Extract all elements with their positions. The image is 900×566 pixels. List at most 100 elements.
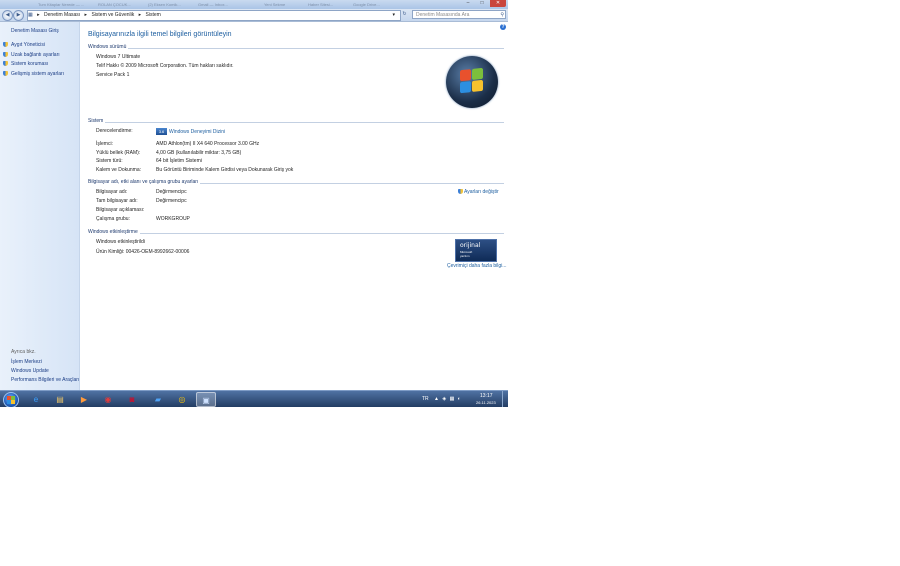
address-bar[interactable]: ▦ ▸ Denetim Masası ▸ Sistem ve Güvenlik …: [27, 10, 401, 21]
clock-date[interactable]: 26.11.2023: [476, 400, 496, 405]
folder-icon: ▰: [154, 395, 162, 404]
file-explorer-icon: ▤: [56, 395, 64, 404]
genuine-microsoft-badge[interactable]: orijinal Microsoft yazılım: [455, 239, 497, 262]
sidebar-item-system-protection[interactable]: Sistem koruması: [3, 61, 48, 67]
app-red-icon: ◉: [104, 395, 112, 404]
start-button[interactable]: [3, 392, 19, 407]
search-placeholder: Denetim Masasında Ara: [416, 12, 470, 18]
ghost-tab[interactable]: Google Drive...: [345, 1, 380, 8]
media-player-taskbar-button[interactable]: ▶: [74, 392, 94, 407]
sidebar-item-label: Aygıt Yöneticisi: [11, 42, 46, 48]
page-title: Bilgisayarınızla ilgili temel bilgileri …: [88, 31, 232, 38]
shield-icon: [3, 42, 8, 48]
file-explorer-taskbar-button[interactable]: ▤: [50, 392, 70, 407]
sidebar-item-advanced-settings[interactable]: Gelişmiş sistem ayarları: [3, 71, 64, 77]
show-desktop-button[interactable]: [502, 391, 508, 407]
sidebar-item-label: Sistem koruması: [11, 61, 49, 67]
see-also-heading: Ayrıca bkz.: [11, 349, 36, 355]
ghost-tab[interactable]: ROLAN ÇOCUK...: [90, 1, 131, 8]
dropdown-arrow-icon[interactable]: ▾: [392, 11, 395, 20]
system-window-icon: ▣: [202, 396, 210, 405]
sidebar-item-label: Gelişmiş sistem ayarları: [11, 71, 65, 77]
internet-explorer-icon: e: [33, 395, 39, 404]
performance-tools-link[interactable]: Performans Bilgileri ve Araçları: [11, 377, 79, 383]
change-settings-label: Ayarları değiştir: [464, 189, 499, 195]
internet-explorer-taskbar-button[interactable]: e: [26, 392, 46, 407]
breadcrumb-system-security[interactable]: Sistem ve Güvenlik: [91, 12, 134, 18]
breadcrumb-control-panel[interactable]: Denetim Masası: [44, 12, 80, 18]
genuine-badge-line: yazılım: [460, 254, 470, 258]
search-icon[interactable]: ⚲: [500, 11, 504, 20]
back-button[interactable]: ◀: [2, 10, 13, 21]
workgroup-label: Çalışma grubu:: [96, 216, 130, 222]
ghost-tab[interactable]: (2) Eksen Komik...: [140, 1, 181, 8]
address-toolbar: ◀ ▶ ▦ ▸ Denetim Masası ▸ Sistem ve Güven…: [0, 9, 508, 22]
genuine-badge-line: orijinal: [460, 242, 481, 249]
pen-touch-label: Kalem ve Dokunma:: [96, 167, 142, 173]
app-red-taskbar-button[interactable]: ◉: [98, 392, 118, 407]
system-info-panel: ? Bilgisayarınızla ilgili temel bilgiler…: [80, 22, 508, 390]
experience-index-link[interactable]: Windows Deneyimi Dizini: [169, 129, 225, 135]
rating-label: Derecelendirme:: [96, 128, 133, 134]
activation-status: Windows etkinleştirildi: [96, 239, 145, 245]
search-input[interactable]: Denetim Masasında Ara ⚲: [412, 10, 506, 19]
control-panel-home-link[interactable]: Denetim Masası Giriş: [11, 28, 59, 34]
full-computer-name-value: Değirmencipc: [156, 198, 187, 204]
action-center-link[interactable]: İşlem Merkezi: [11, 359, 42, 365]
sidebar-item-device-manager[interactable]: Aygıt Yöneticisi: [3, 42, 45, 48]
ghost-tab[interactable]: Haber Sitesi...: [300, 1, 333, 8]
folder-taskbar-button[interactable]: ▰: [148, 392, 168, 407]
processor-label: İşlemci:: [96, 141, 113, 147]
change-settings-link[interactable]: Ayarları değiştir: [458, 189, 499, 195]
section-heading: Windows etkinleştirme: [88, 229, 140, 235]
breadcrumb-separator-icon: ▸: [37, 12, 40, 18]
more-info-online-link[interactable]: Çevrimiçi daha fazla bilgi...: [447, 263, 506, 269]
computer-description-label: Bilgisayar açıklaması:: [96, 207, 145, 213]
app-dark-red-taskbar-button[interactable]: ◙: [122, 392, 142, 407]
workgroup-value: WORKGROUP: [156, 216, 190, 222]
maximize-button[interactable]: □: [476, 0, 488, 7]
language-indicator[interactable]: TR: [422, 396, 429, 402]
sidebar-item-remote-settings[interactable]: Uzak bağlantı ayarları: [3, 52, 60, 58]
full-computer-name-label: Tam bilgisayar adı:: [96, 198, 138, 204]
tray-icons[interactable]: ▲ ◈ ▦ ◐: [434, 396, 462, 402]
windows-update-link[interactable]: Windows Update: [11, 368, 49, 374]
forward-button[interactable]: ▶: [13, 10, 24, 21]
title-bar: Tum Kitaplar Nerede — ... ROLAN ÇOCUK...…: [0, 0, 508, 9]
ghost-tab[interactable]: Tum Kitaplar Nerede — ...: [30, 1, 84, 8]
chrome-icon: ◎: [178, 395, 186, 404]
experience-index-badge: 3.6: [156, 128, 167, 135]
ghost-tab[interactable]: Yeni Sekme: [256, 1, 285, 8]
ram-label: Yüklü bellek (RAM):: [96, 150, 141, 156]
breadcrumb-system[interactable]: Sistem: [146, 12, 161, 18]
taskbar: e ▤ ▶ ◉ ◙ ▰ ◎ ▣ TR ▲ ◈ ▦ ◐ 13:17 26.11.2023: [0, 390, 508, 407]
back-arrow-icon: ◀: [5, 12, 10, 18]
ram-value: 4,00 GB (kullanılabilir miktar: 3,75 GB): [156, 150, 242, 156]
section-computer-name: Bilgisayar adı, etki alanı ve çalışma gr…: [88, 179, 504, 185]
sidebar-item-label: Uzak bağlantı ayarları: [11, 52, 60, 58]
system-type-value: 64 bit İşletim Sistemi: [156, 158, 202, 164]
product-id: Ürün Kimliği: 00426-OEM-8992662-00006: [96, 249, 190, 255]
left-nav-pane: Denetim Masası Giriş Aygıt Yöneticisi Uz…: [0, 22, 80, 390]
help-icon[interactable]: ?: [500, 24, 506, 30]
refresh-icon: ↻: [402, 11, 407, 17]
processor-value: AMD Athlon(tm) II X4 640 Processor 3.00 …: [156, 141, 260, 147]
close-button[interactable]: ✕: [490, 0, 506, 7]
minimize-button[interactable]: –: [462, 0, 474, 7]
breadcrumb-separator-icon: ▸: [138, 12, 142, 18]
breadcrumb-separator-icon: ▸: [84, 12, 88, 18]
windows-logo: [446, 56, 498, 108]
forward-arrow-icon: ▶: [16, 12, 21, 18]
section-heading: Sistem: [88, 118, 106, 124]
system-window-taskbar-button[interactable]: ▣: [196, 392, 216, 407]
copyright-text: Telif Hakkı © 2009 Microsoft Corporation…: [96, 63, 234, 69]
clock-time[interactable]: 13:17: [480, 393, 493, 399]
shield-icon: [458, 189, 463, 195]
system-type-label: Sistem türü:: [96, 158, 123, 164]
computer-name-value: Değirmencipc: [156, 189, 187, 195]
chrome-taskbar-button[interactable]: ◎: [172, 392, 192, 407]
desktop-screen: Tum Kitaplar Nerede — ... ROLAN ÇOCUK...…: [0, 0, 508, 407]
refresh-button[interactable]: ↻: [400, 10, 409, 19]
windows-flag-icon: [460, 67, 484, 95]
ghost-tab[interactable]: Gmail — Inbox...: [190, 1, 228, 8]
